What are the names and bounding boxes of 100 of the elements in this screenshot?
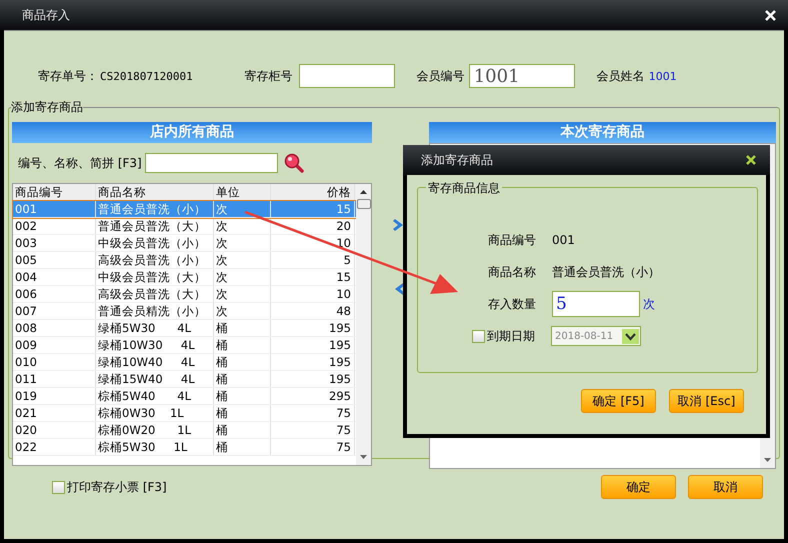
- table-cell: 桶: [214, 422, 271, 438]
- table-cell: 002: [13, 218, 96, 234]
- table-cell: 桶: [214, 337, 271, 353]
- table-cell: 022: [13, 439, 96, 455]
- table-cell: 006: [13, 286, 96, 302]
- scroll-down-icon[interactable]: [763, 457, 772, 463]
- table-row[interactable]: 009 绿桶10W30 4L 桶 195: [13, 337, 356, 354]
- table-cell: 020: [13, 422, 96, 438]
- table-cell: 次: [214, 252, 271, 268]
- table-cell: 15: [271, 269, 355, 285]
- table-row[interactable]: 019 棕桶5W40 4L 桶 295: [13, 388, 356, 405]
- scroll-up-icon[interactable]: [359, 189, 368, 195]
- member-name: 1001: [648, 70, 677, 82]
- table-row[interactable]: 002 普通会员普洗（大） 次 20: [13, 218, 356, 235]
- table-cell: 010: [13, 354, 96, 370]
- table-cell: 005: [13, 252, 96, 268]
- table-cell: 75: [271, 422, 355, 438]
- print-label: 打印寄存小票 [F3]: [67, 478, 167, 496]
- group-title: 寄存商品信息: [426, 180, 502, 197]
- locker-label: 寄存柜号: [244, 68, 293, 84]
- table-cell: 桶: [214, 320, 271, 336]
- table-cell: 绿桶5W30 4L: [96, 320, 214, 336]
- member-number-label: 会员编号: [416, 68, 465, 84]
- table-cell: 棕桶5W30 1L: [96, 439, 214, 455]
- table-cell: 棕桶0W20 1L: [96, 422, 214, 438]
- table-cell: 绿桶10W30 4L: [96, 337, 214, 353]
- table-cell: 15: [271, 201, 355, 217]
- dropdown-icon[interactable]: [622, 328, 639, 344]
- table-cell: 007: [13, 303, 96, 319]
- table-row[interactable]: 005 高级会员普洗（小） 次 5: [13, 252, 356, 269]
- group-title: 添加寄存商品: [11, 100, 83, 114]
- table-cell: 10: [271, 286, 355, 302]
- dialog-title: 添加寄存商品: [421, 152, 493, 168]
- table-cell: 中级会员普洗（小）: [96, 235, 214, 251]
- table-cell: 桶: [214, 439, 271, 455]
- table-cell: 195: [271, 354, 355, 370]
- table-cell: 桶: [214, 371, 271, 387]
- search-icon[interactable]: [284, 153, 304, 173]
- table-row[interactable]: 010 绿桶10W40 4L 桶 195: [13, 354, 356, 371]
- window-title: 商品存入: [22, 6, 70, 24]
- panel-header: 本次寄存商品: [429, 122, 776, 143]
- field-value: 001: [552, 233, 575, 247]
- table-cell: 75: [271, 439, 355, 455]
- field-value: 普通会员普洗（小）: [552, 264, 660, 280]
- expiry-checkbox[interactable]: [472, 330, 485, 342]
- table-cell: 次: [214, 286, 271, 302]
- table-row[interactable]: 021 棕桶0W30 1L 桶 75: [13, 405, 356, 422]
- field-label: 商品名称: [488, 264, 537, 280]
- table-cell: 绿桶10W40 4L: [96, 354, 214, 370]
- scroll-thumb[interactable]: [356, 199, 370, 209]
- table-cell: 次: [214, 201, 271, 217]
- scrollbar[interactable]: [356, 184, 371, 465]
- table-cell: 195: [271, 371, 355, 387]
- table-cell: 5: [271, 252, 355, 268]
- table-cell: 普通会员普洗（小）: [96, 201, 214, 217]
- table-cell: 棕桶0W30 1L: [96, 405, 214, 421]
- table-cell: 桶: [214, 388, 271, 404]
- table-cell: 桶: [214, 354, 271, 370]
- order-label: 寄存单号：: [38, 68, 98, 84]
- field-label: 商品编号: [488, 232, 537, 248]
- panel-header: 店内所有商品: [12, 122, 372, 143]
- member-number-field[interactable]: 1001: [468, 64, 575, 88]
- expiry-label: 到期日期: [487, 328, 536, 344]
- search-label: 编号、名称、简拼 [F3]: [18, 154, 142, 172]
- table-row[interactable]: 008 绿桶5W30 4L 桶 195: [13, 320, 356, 337]
- table-cell: 001: [13, 201, 96, 217]
- table-row[interactable]: 020 棕桶0W20 1L 桶 75: [13, 422, 356, 439]
- table-cell: 021: [13, 405, 96, 421]
- table-row[interactable]: 022 棕桶5W30 1L 桶 75: [13, 439, 356, 456]
- table-cell: 中级会员普洗（大）: [96, 269, 214, 285]
- print-checkbox[interactable]: [52, 480, 65, 494]
- table-row[interactable]: 004 中级会员普洗（大） 次 15: [13, 269, 356, 286]
- table-row[interactable]: 006 高级会员普洗（大） 次 10: [13, 286, 356, 303]
- table-cell: 195: [271, 337, 355, 353]
- order-number: CS201807120001: [100, 70, 193, 82]
- table-cell: 普通会员精洗（小）: [96, 303, 214, 319]
- table-cell: 003: [13, 235, 96, 251]
- quantity-field[interactable]: 5: [552, 291, 640, 317]
- table-cell: 次: [214, 269, 271, 285]
- table-cell: 004: [13, 269, 96, 285]
- table-cell: 011: [13, 371, 96, 387]
- search-field[interactable]: [144, 153, 278, 173]
- dialog-button[interactable]: 确定 [F5]: [581, 389, 656, 413]
- table-cell: 008: [13, 320, 96, 336]
- scroll-down-icon[interactable]: [359, 454, 368, 460]
- dialog-button[interactable]: 取消: [688, 475, 763, 499]
- quantity-label: 存入数量: [488, 296, 537, 312]
- close-icon[interactable]: [746, 155, 756, 165]
- table-cell: 次: [214, 303, 271, 319]
- table-row[interactable]: 011 绿桶15W40 4L 桶 195: [13, 371, 356, 388]
- table-cell: 75: [271, 405, 355, 421]
- table-row[interactable]: 007 普通会员精洗（小） 次 48: [13, 303, 356, 320]
- locker-field[interactable]: [298, 64, 395, 88]
- dialog-button[interactable]: 确定: [601, 475, 676, 499]
- table-cell: 绿桶15W40 4L: [96, 371, 214, 387]
- move-right-icon[interactable]: [393, 218, 405, 232]
- dialog-button[interactable]: 取消 [Esc]: [669, 389, 744, 413]
- table-cell: 次: [214, 235, 271, 251]
- table-cell: 019: [13, 388, 96, 404]
- member-name-label: 会员姓名: [596, 68, 645, 84]
